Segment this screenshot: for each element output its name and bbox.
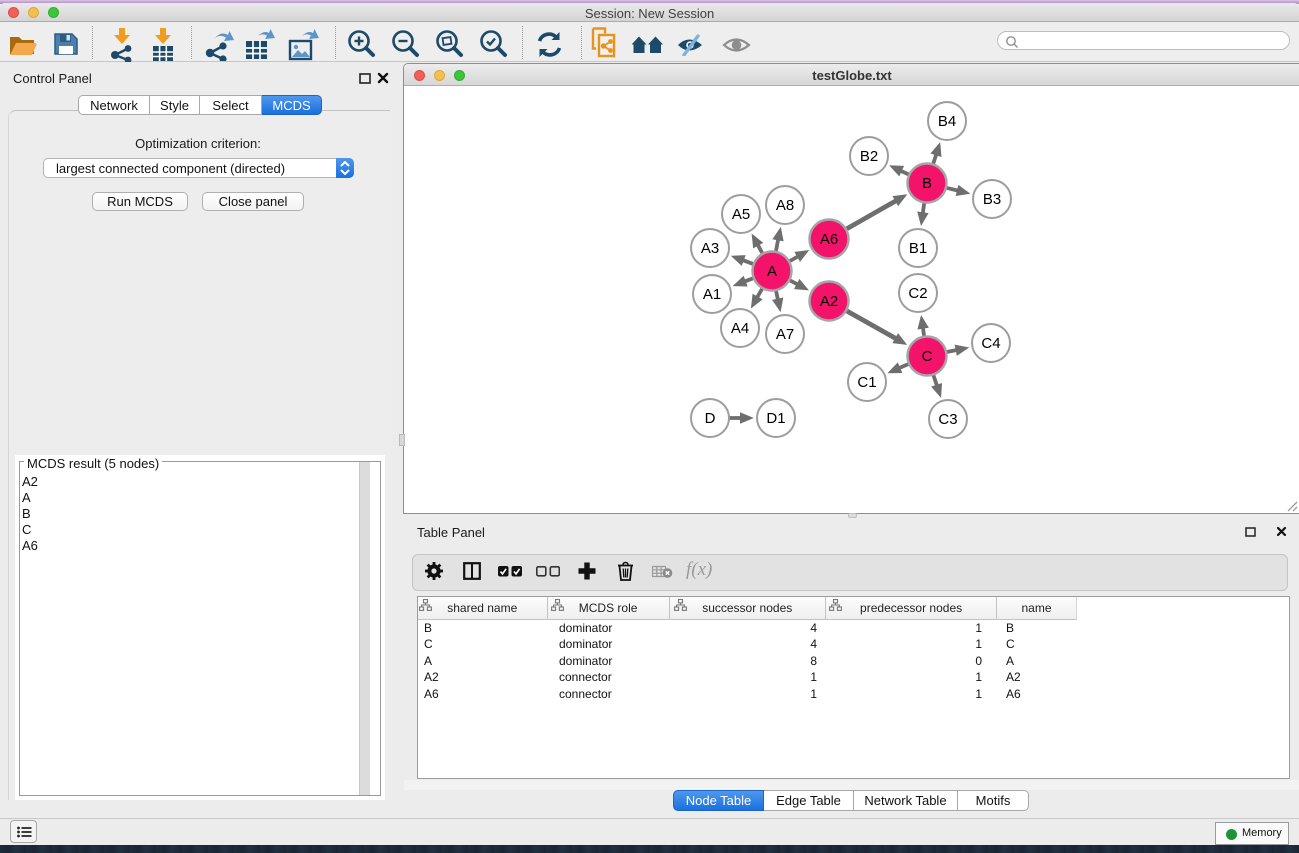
svg-text:A1: A1 — [703, 286, 721, 303]
svg-text:C4: C4 — [981, 335, 1000, 352]
svg-text:B3: B3 — [983, 191, 1001, 208]
svg-text:B2: B2 — [860, 148, 878, 165]
svg-text:D: D — [705, 410, 716, 427]
svg-text:C3: C3 — [938, 411, 957, 428]
svg-text:A2: A2 — [820, 293, 838, 310]
svg-text:A8: A8 — [776, 197, 794, 214]
svg-text:C: C — [922, 348, 933, 365]
svg-text:A6: A6 — [820, 231, 838, 248]
svg-text:B4: B4 — [938, 113, 956, 130]
svg-text:B: B — [922, 175, 932, 192]
svg-text:D1: D1 — [766, 410, 785, 427]
svg-text:A: A — [767, 263, 777, 280]
svg-text:A4: A4 — [731, 320, 749, 337]
svg-text:C2: C2 — [908, 285, 927, 302]
svg-text:A3: A3 — [701, 240, 719, 257]
svg-text:A5: A5 — [732, 206, 750, 223]
svg-text:B1: B1 — [909, 240, 927, 257]
svg-text:C1: C1 — [857, 374, 876, 391]
svg-text:A7: A7 — [776, 326, 794, 343]
